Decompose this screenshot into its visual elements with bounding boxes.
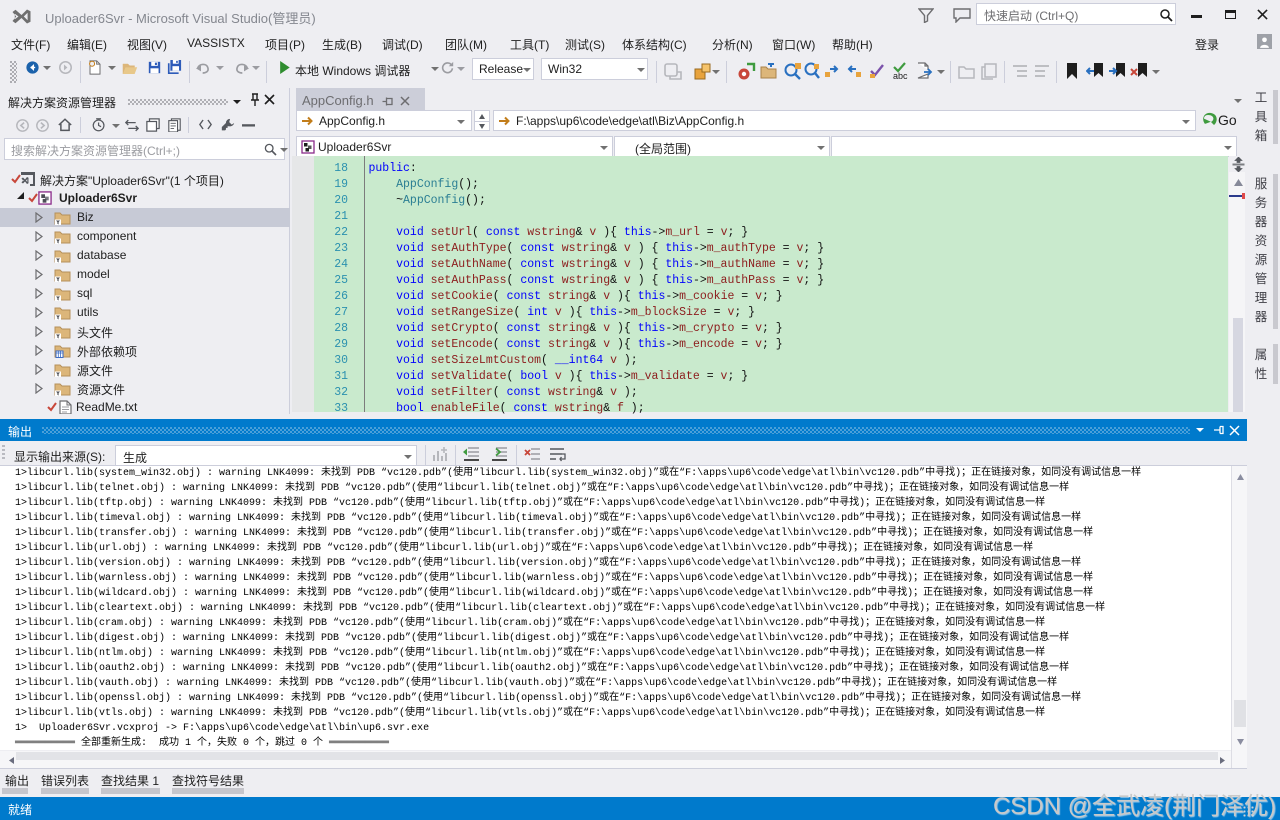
svg-text:abc: abc [893, 71, 908, 80]
